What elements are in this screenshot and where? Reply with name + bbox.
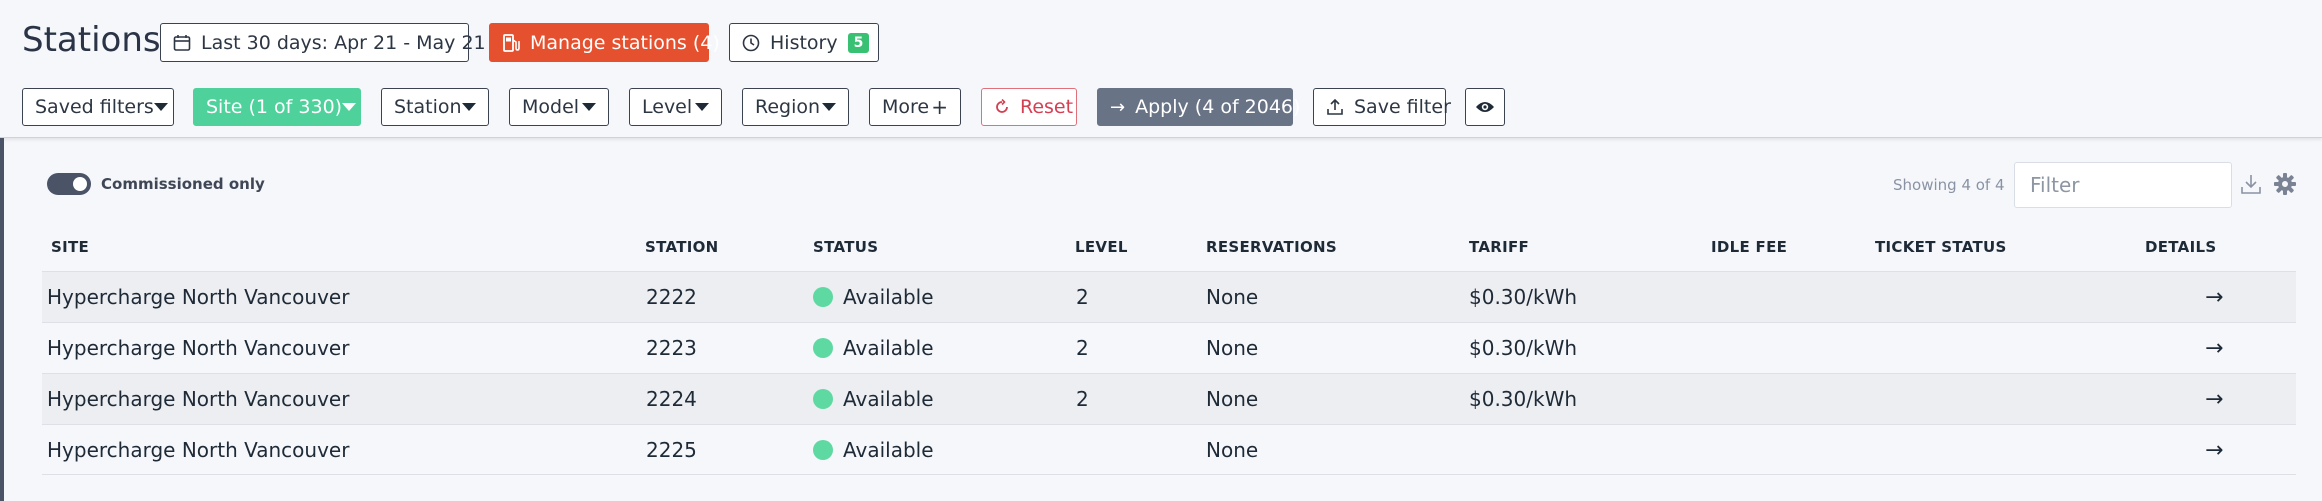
level-cell: 2 [1076, 336, 1089, 360]
site-cell: Hypercharge North Vancouver [47, 438, 350, 462]
status-text: Available [843, 285, 934, 309]
reset-label: Reset [1020, 96, 1074, 118]
tariff-cell: $0.30/kWh [1469, 387, 1578, 411]
download-icon[interactable] [2240, 173, 2262, 199]
save-filter-button[interactable]: Save filter [1313, 88, 1451, 126]
column-header-tariff[interactable]: TARIFF [1469, 238, 1529, 256]
history-count-badge: 5 [847, 32, 870, 53]
caret-down-icon [695, 103, 709, 111]
site-cell: Hypercharge North Vancouver [47, 387, 350, 411]
site-cell: Hypercharge North Vancouver [47, 336, 350, 360]
reservations-cell: None [1206, 336, 1259, 360]
table-row[interactable]: Hypercharge North Vancouver 2225 Availab… [42, 424, 2296, 475]
arrow-right-icon[interactable]: → [2205, 323, 2223, 373]
station-cell: 2224 [646, 387, 697, 411]
arrow-right-icon[interactable]: → [2205, 425, 2223, 475]
reset-button[interactable]: Reset [981, 88, 1077, 126]
station-cell: 2223 [646, 336, 697, 360]
status-text: Available [843, 438, 934, 462]
gear-icon[interactable] [2273, 172, 2297, 200]
model-filter-dropdown[interactable]: Model [509, 88, 609, 126]
station-filter-dropdown[interactable]: Station [381, 88, 489, 126]
commissioned-only-label: Commissioned only [101, 175, 265, 193]
column-header-reservations[interactable]: RESERVATIONS [1206, 238, 1337, 256]
status-cell: Available [813, 374, 934, 424]
station-cell: 2225 [646, 438, 697, 462]
more-filters-button[interactable]: More + [869, 88, 961, 126]
commissioned-only-toggle[interactable] [47, 173, 91, 195]
region-filter-dropdown[interactable]: Region [742, 88, 849, 126]
left-edge-bar [0, 138, 4, 501]
level-cell: 2 [1076, 285, 1089, 309]
caret-down-icon [342, 103, 357, 111]
history-label: History [770, 31, 838, 54]
reservations-cell: None [1206, 387, 1259, 411]
saved-filters-dropdown[interactable]: Saved filters [22, 88, 174, 126]
status-available-dot [813, 287, 833, 307]
tariff-cell: $0.30/kWh [1469, 285, 1578, 309]
model-filter-label: Model [522, 96, 580, 118]
caret-down-icon [822, 103, 836, 111]
more-filters-label: More [882, 96, 930, 118]
column-header-site[interactable]: SITE [51, 238, 89, 256]
visibility-toggle-button[interactable] [1465, 88, 1505, 126]
saved-filters-label: Saved filters [35, 96, 154, 118]
plus-icon: + [931, 95, 948, 119]
column-header-station[interactable]: STATION [645, 238, 719, 256]
save-filter-label: Save filter [1354, 96, 1451, 118]
column-header-idle-fee[interactable]: IDLE FEE [1711, 238, 1787, 256]
calendar-icon [173, 34, 191, 52]
tariff-cell: $0.30/kWh [1469, 336, 1578, 360]
status-cell: Available [813, 272, 934, 322]
showing-count: Showing 4 of 4 [1893, 176, 2005, 194]
column-header-level[interactable]: LEVEL [1075, 238, 1128, 256]
column-header-ticket-status[interactable]: TICKET STATUS [1875, 238, 2007, 256]
page-header: Stations Last 30 days: Apr 21 - May 21 M… [0, 0, 2322, 138]
caret-down-icon [582, 103, 596, 111]
eye-icon [1475, 100, 1495, 114]
clock-icon [742, 34, 760, 52]
manage-stations-label: Manage stations (4) [530, 31, 720, 54]
upload-icon [1326, 98, 1344, 116]
table-row[interactable]: Hypercharge North Vancouver 2223 Availab… [42, 322, 2296, 373]
site-filter-label: Site (1 of 330) [206, 96, 343, 118]
column-header-status[interactable]: STATUS [813, 238, 878, 256]
status-available-dot [813, 440, 833, 460]
site-filter-dropdown[interactable]: Site (1 of 330) [193, 88, 361, 126]
station-cell: 2222 [646, 285, 697, 309]
filter-input[interactable] [2014, 162, 2232, 208]
fuel-pump-icon [502, 33, 520, 53]
caret-down-icon [462, 103, 476, 111]
table-row[interactable]: Hypercharge North Vancouver 2224 Availab… [42, 373, 2296, 424]
level-cell: 2 [1076, 387, 1089, 411]
status-available-dot [813, 389, 833, 409]
apply-label: Apply (4 of 2046) [1135, 96, 1301, 118]
table-row[interactable]: Hypercharge North Vancouver 2222 Availab… [42, 271, 2296, 322]
date-range-button[interactable]: Last 30 days: Apr 21 - May 21 [160, 23, 502, 62]
manage-stations-button[interactable]: Manage stations (4) [489, 23, 720, 62]
refresh-icon [994, 99, 1010, 115]
status-text: Available [843, 387, 934, 411]
apply-button[interactable]: → Apply (4 of 2046) [1097, 88, 1300, 126]
status-cell: Available [813, 425, 934, 475]
arrow-right-icon: → [1110, 96, 1126, 118]
status-available-dot [813, 338, 833, 358]
reservations-cell: None [1206, 438, 1259, 462]
history-button[interactable]: History 5 [729, 23, 879, 62]
arrow-right-icon[interactable]: → [2205, 374, 2223, 424]
site-cell: Hypercharge North Vancouver [47, 285, 350, 309]
status-cell: Available [813, 323, 934, 373]
level-filter-label: Level [642, 96, 693, 118]
arrow-right-icon[interactable]: → [2205, 272, 2223, 322]
status-text: Available [843, 336, 934, 360]
date-range-label: Last 30 days: Apr 21 - May 21 [201, 31, 486, 54]
region-filter-label: Region [755, 96, 821, 118]
station-filter-label: Station [394, 96, 462, 118]
table-header: SITE STATION STATUS LEVEL RESERVATIONS T… [42, 238, 2296, 272]
reservations-cell: None [1206, 285, 1259, 309]
level-filter-dropdown[interactable]: Level [629, 88, 722, 126]
caret-down-icon [153, 103, 168, 111]
page-title: Stations [22, 20, 161, 60]
column-header-details[interactable]: DETAILS [2145, 238, 2216, 256]
